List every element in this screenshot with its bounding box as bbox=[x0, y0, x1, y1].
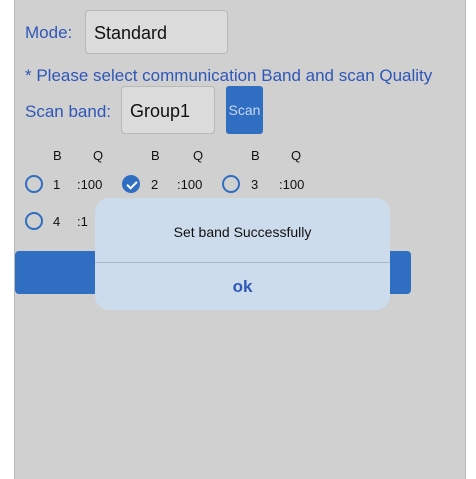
header-band: B bbox=[151, 148, 160, 163]
mode-select[interactable]: Standard bbox=[85, 10, 228, 54]
alert-message: Set band Successfully bbox=[95, 198, 390, 263]
quality-value: :100 bbox=[77, 177, 103, 192]
scan-button[interactable]: Scan bbox=[226, 86, 263, 134]
quality-value: :100 bbox=[177, 177, 203, 192]
header-band: B bbox=[251, 148, 260, 163]
scan-band-label: Scan band: bbox=[25, 102, 112, 121]
scan-band-select[interactable]: Group1 bbox=[121, 86, 215, 134]
band-number: 3 bbox=[251, 177, 259, 192]
mode-label: Mode: bbox=[25, 23, 73, 42]
header-band: B bbox=[53, 148, 62, 163]
band-number: 4 bbox=[53, 214, 61, 229]
header-quality: Q bbox=[291, 148, 302, 163]
band-2-radio[interactable] bbox=[122, 175, 140, 193]
quality-value: :100 bbox=[279, 177, 305, 192]
header-quality: Q bbox=[93, 148, 104, 163]
instruction-text: * Please select communication Band and s… bbox=[25, 66, 433, 85]
band-3-radio[interactable] bbox=[222, 175, 240, 193]
band-4-radio[interactable] bbox=[25, 212, 43, 230]
band-1-radio[interactable] bbox=[25, 175, 43, 193]
header-quality: Q bbox=[193, 148, 204, 163]
quality-value: :1 bbox=[77, 214, 88, 229]
ok-button[interactable]: ok bbox=[95, 263, 390, 310]
alert-dialog: Set band Successfully ok bbox=[95, 198, 390, 310]
band-number: 1 bbox=[53, 177, 61, 192]
app-screen: Mode: Standard * Please select communica… bbox=[14, 0, 466, 479]
band-number: 2 bbox=[151, 177, 159, 192]
